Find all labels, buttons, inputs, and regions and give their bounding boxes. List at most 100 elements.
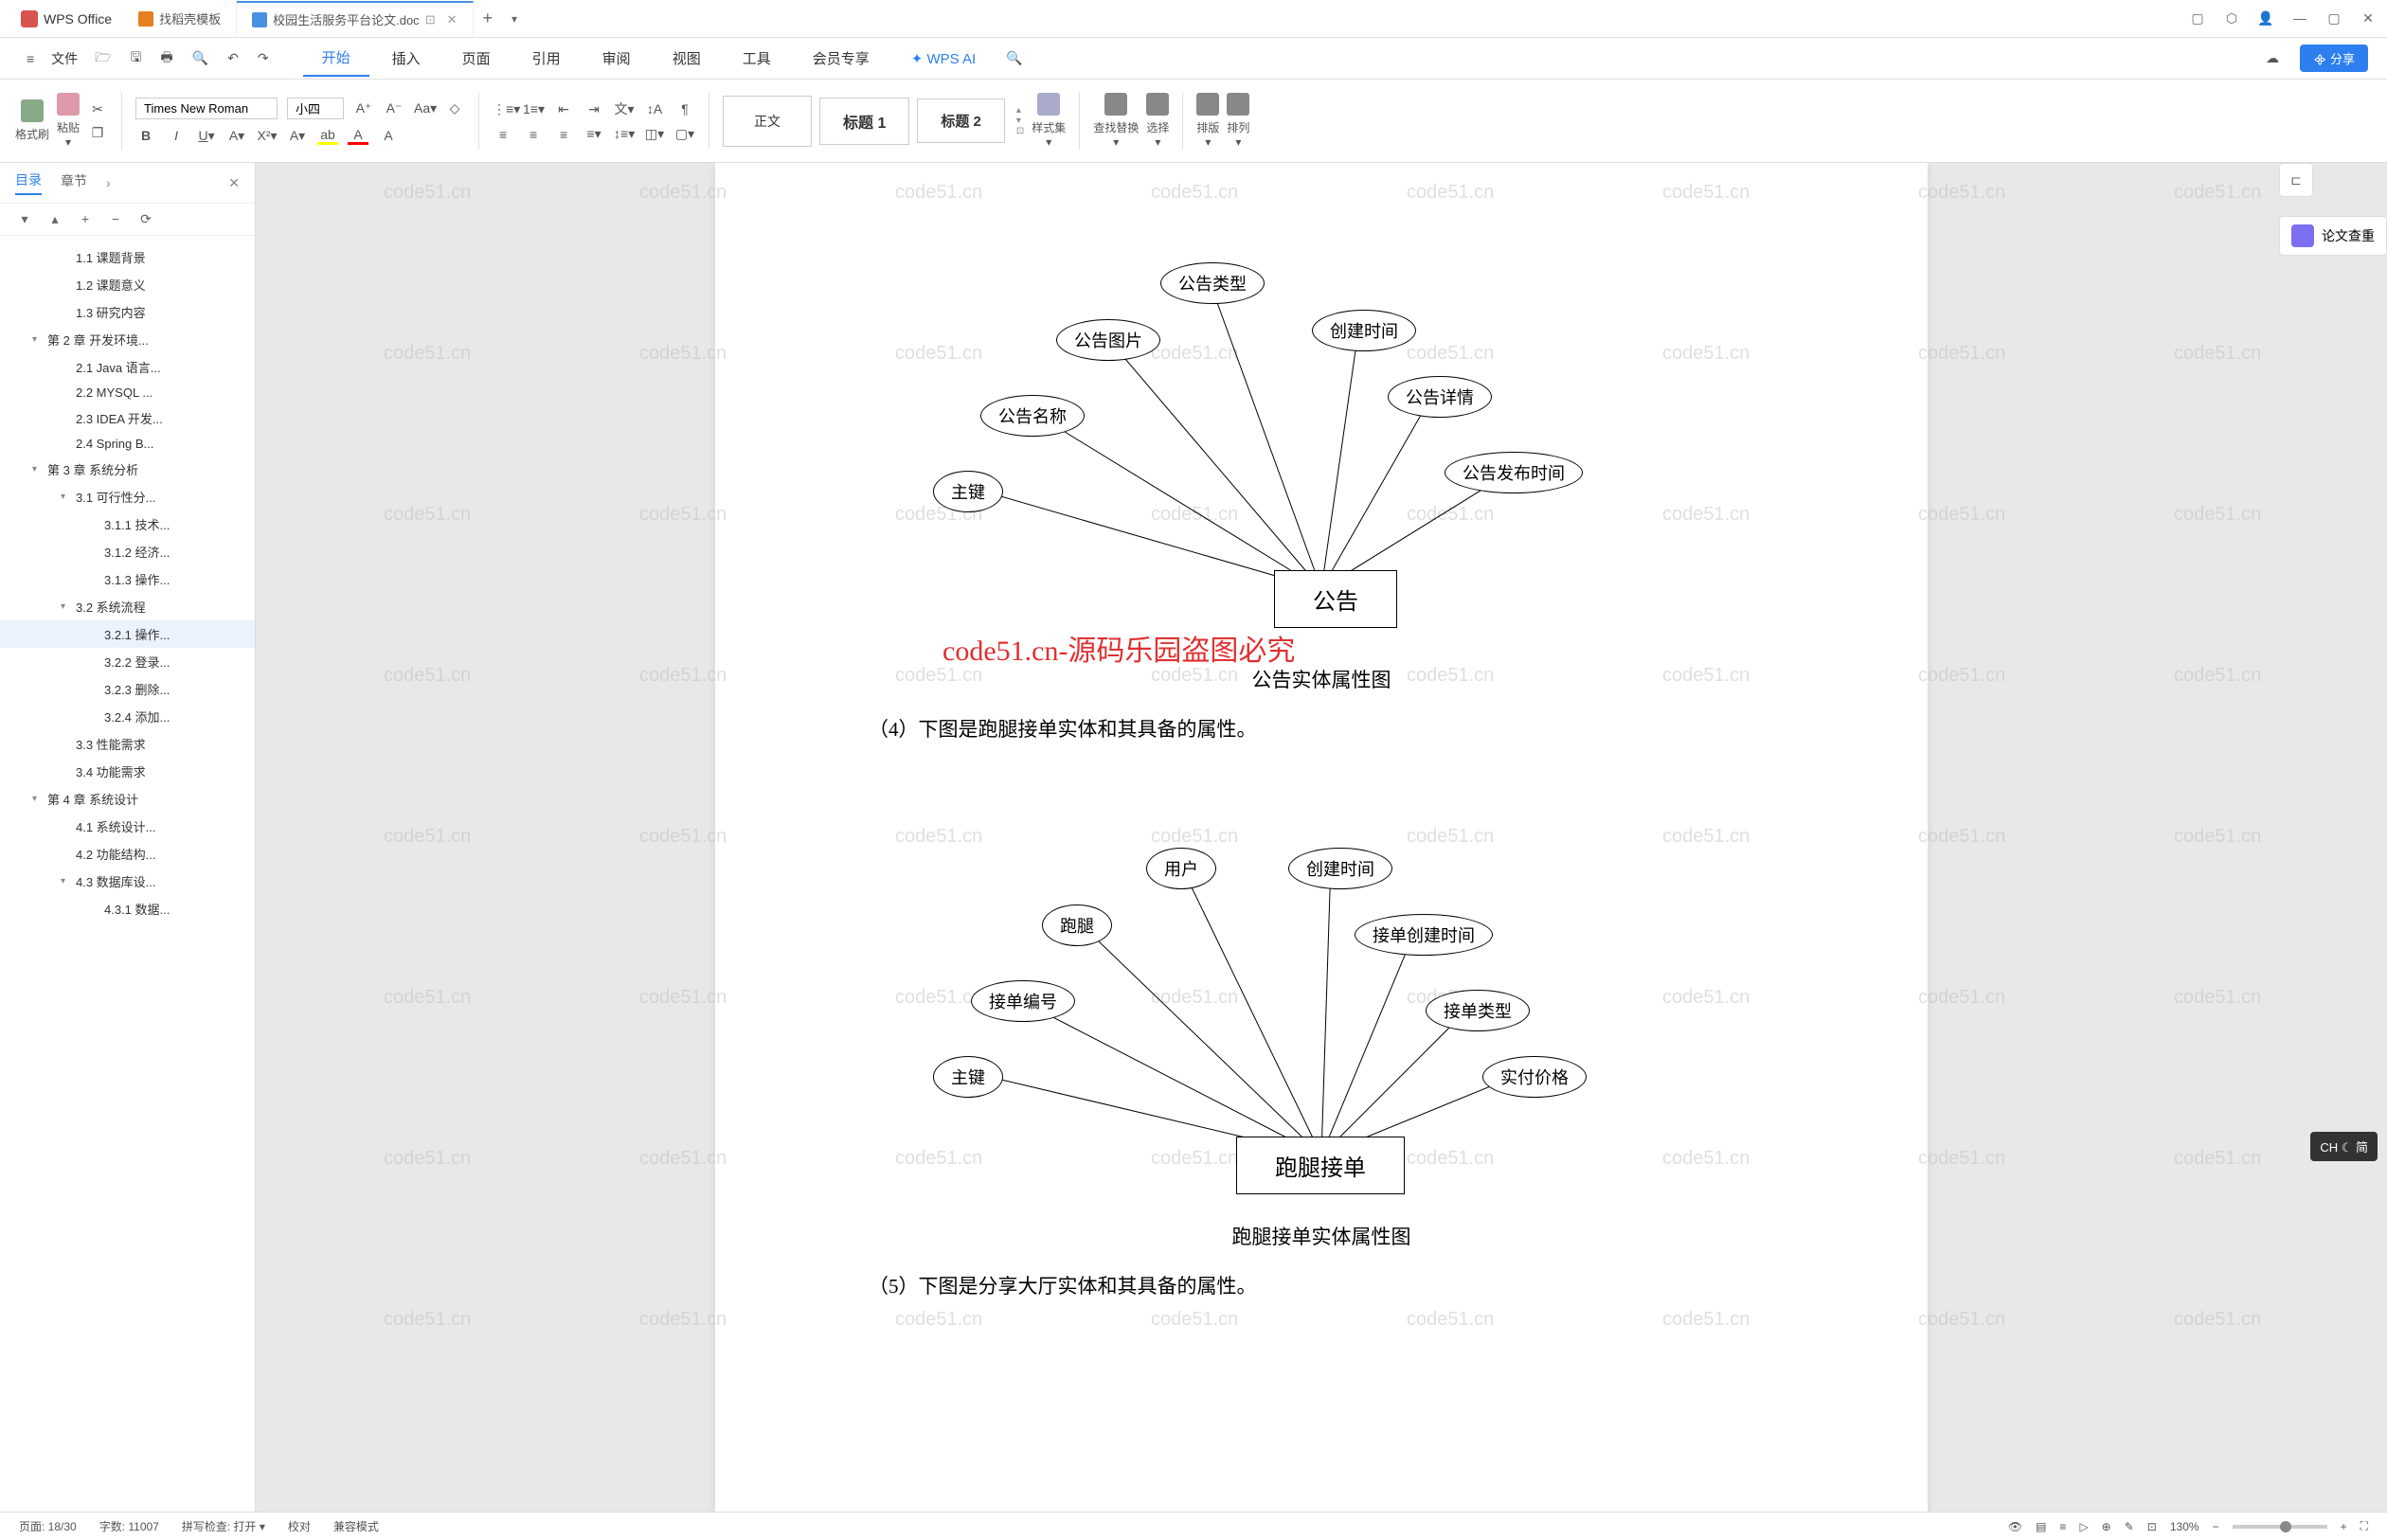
tab-chapter[interactable]: 章节 — [61, 171, 87, 194]
find-replace-button[interactable]: 查找替换 ▾ — [1093, 93, 1139, 149]
menu-page[interactable]: 页面 — [443, 41, 510, 76]
outline-item[interactable]: 3.1.1 技术... — [0, 510, 255, 538]
tab-add-button[interactable]: + — [474, 9, 503, 28]
status-words[interactable]: 字数: 11007 — [99, 1518, 159, 1534]
menu-insert[interactable]: 插入 — [373, 41, 440, 76]
style-heading1[interactable]: 标题 1 — [819, 98, 909, 145]
tab-toc[interactable]: 目录 — [15, 170, 42, 195]
menu-reference[interactable]: 引用 — [513, 41, 580, 76]
tab-template[interactable]: 找稻壳模板 — [123, 1, 237, 37]
redo-icon[interactable]: ↷ — [250, 46, 277, 70]
ime-indicator[interactable]: CH ☾ 简 — [2310, 1132, 2378, 1161]
panel-icon[interactable]: ▢ — [2188, 10, 2207, 27]
outline-item[interactable]: ▾3.1 可行性分... — [0, 483, 255, 510]
style-set-button[interactable]: 样式集 ▾ — [1032, 93, 1066, 149]
cut-icon[interactable]: ✂ — [87, 101, 108, 117]
underline-icon[interactable]: U▾ — [196, 128, 217, 144]
line-spacing-icon[interactable]: ↕≡▾ — [614, 126, 635, 142]
chevron-right-icon[interactable]: › — [106, 175, 111, 190]
undo-icon[interactable]: ↶ — [220, 46, 246, 70]
outline-item[interactable]: 3.2.2 登录... — [0, 648, 255, 675]
strike-icon[interactable]: A▾ — [226, 128, 247, 144]
outline-item[interactable]: 3.2.4 添加... — [0, 703, 255, 730]
print-icon[interactable]: 🖶 — [153, 44, 180, 74]
justify-icon[interactable]: ≡▾ — [583, 126, 604, 142]
minimize-button[interactable]: — — [2290, 10, 2309, 27]
border-icon[interactable]: ▢▾ — [674, 126, 695, 142]
decrease-font-icon[interactable]: A⁻ — [384, 100, 404, 116]
outline-item[interactable]: 2.3 IDEA 开发... — [0, 404, 255, 432]
share-button[interactable]: ᯽ 分享 — [2300, 45, 2368, 72]
paste-button[interactable]: 粘贴 ▾ — [57, 93, 80, 149]
menu-review[interactable]: 审阅 — [583, 41, 650, 76]
style-scroll[interactable]: ▴▾⊡ — [1016, 105, 1024, 136]
size-select[interactable] — [287, 98, 344, 119]
hamburger-icon[interactable]: ≡ — [19, 47, 42, 70]
outline-item[interactable]: 3.1.2 经济... — [0, 538, 255, 565]
collapse-icon[interactable]: ▾ — [15, 211, 34, 227]
refresh-icon[interactable]: ⟳ — [136, 211, 155, 227]
outline-item[interactable]: ▾4.3 数据库设... — [0, 868, 255, 895]
font-select[interactable] — [135, 98, 278, 119]
align-button[interactable]: 排列 ▾ — [1227, 93, 1249, 149]
sort-icon[interactable]: ↕A — [644, 101, 665, 116]
view-read-icon[interactable]: 👁 — [2008, 1520, 2022, 1533]
fullscreen-icon[interactable]: ⛶ — [2360, 1519, 2368, 1533]
show-marks-icon[interactable]: ¶ — [674, 101, 695, 116]
search-icon[interactable]: 🔍 — [998, 46, 1030, 70]
char-shading-icon[interactable]: A — [378, 128, 399, 143]
plagiarism-check-button[interactable]: 论文查重 — [2279, 216, 2387, 256]
outline-item[interactable]: ▾第 4 章 系统设计 — [0, 785, 255, 813]
format-brush-button[interactable]: 格式刷 — [15, 99, 49, 142]
outline-item[interactable]: 3.1.3 操作... — [0, 565, 255, 593]
indent-panel-icon[interactable]: ⊏ — [2279, 163, 2313, 197]
outline-item[interactable]: 3.3 性能需求 — [0, 730, 255, 758]
change-case-icon[interactable]: Aa▾ — [414, 100, 435, 116]
view-print-icon[interactable]: ▤ — [2036, 1520, 2046, 1533]
expand-icon[interactable]: ▴ — [45, 211, 64, 227]
status-page[interactable]: 页面: 18/30 — [19, 1518, 77, 1534]
shading-icon[interactable]: ◫▾ — [644, 126, 665, 142]
arrange-button[interactable]: 排版 ▾ — [1196, 93, 1219, 149]
increase-font-icon[interactable]: A⁺ — [353, 100, 374, 116]
tab-menu-button[interactable]: ▾ — [502, 12, 527, 26]
font-color-icon[interactable]: A — [348, 127, 368, 145]
outline-item[interactable]: 2.4 Spring B... — [0, 432, 255, 456]
remove-icon[interactable]: − — [106, 211, 125, 227]
status-spellcheck[interactable]: 拼写检查: 打开 ▾ — [182, 1518, 265, 1534]
outline-item[interactable]: 3.4 功能需求 — [0, 758, 255, 785]
outline-item[interactable]: 1.1 课题背景 — [0, 243, 255, 271]
close-button[interactable]: ✕ — [2359, 10, 2378, 27]
align-right-icon[interactable]: ≡ — [553, 127, 574, 142]
outline-item[interactable]: 3.2.3 删除... — [0, 675, 255, 703]
tab-document[interactable]: 校园生活服务平台论文.doc ⊡ ✕ — [237, 1, 473, 37]
superscript-icon[interactable]: X²▾ — [257, 128, 278, 144]
outline-item[interactable]: 4.3.1 数据... — [0, 895, 255, 922]
numbering-icon[interactable]: 1≡▾ — [523, 101, 544, 117]
outline-item[interactable]: ▾第 2 章 开发环境... — [0, 326, 255, 353]
menu-member[interactable]: 会员专享 — [794, 41, 888, 76]
outline-item[interactable]: 3.2.1 操作... — [0, 620, 255, 648]
menu-view[interactable]: 视图 — [654, 41, 720, 76]
document-viewport[interactable]: code51.cncode51.cncode51.cncode51.cncode… — [256, 163, 2387, 1512]
outline-item[interactable]: 4.1 系统设计... — [0, 813, 255, 840]
zoom-out-icon[interactable]: − — [2213, 1520, 2219, 1533]
sidebar-close-icon[interactable]: ✕ — [228, 175, 240, 191]
cloud-icon[interactable]: ☁ — [2258, 46, 2287, 70]
select-button[interactable]: 选择 ▾ — [1146, 93, 1169, 149]
tab-pin-icon[interactable]: ⊡ — [425, 12, 436, 27]
outdent-icon[interactable]: ⇤ — [553, 101, 574, 117]
align-left-icon[interactable]: ≡ — [493, 127, 513, 142]
outline-item[interactable]: 4.2 功能结构... — [0, 840, 255, 868]
view-outline-icon[interactable]: ▷ — [2079, 1520, 2088, 1533]
align-center-icon[interactable]: ≡ — [523, 127, 544, 142]
view-tool-icon[interactable]: ✎ — [2125, 1520, 2134, 1533]
zoom-slider[interactable] — [2233, 1525, 2327, 1529]
preview-icon[interactable]: 🔍 — [185, 46, 216, 70]
outline-item[interactable]: 2.1 Java 语言... — [0, 353, 255, 381]
status-compat[interactable]: 兼容模式 — [333, 1518, 379, 1534]
zoom-level[interactable]: 130% — [2170, 1520, 2199, 1533]
status-proof[interactable]: 校对 — [288, 1518, 311, 1534]
text-effect-icon[interactable]: A▾ — [287, 128, 308, 144]
zoom-in-icon[interactable]: + — [2341, 1520, 2347, 1533]
